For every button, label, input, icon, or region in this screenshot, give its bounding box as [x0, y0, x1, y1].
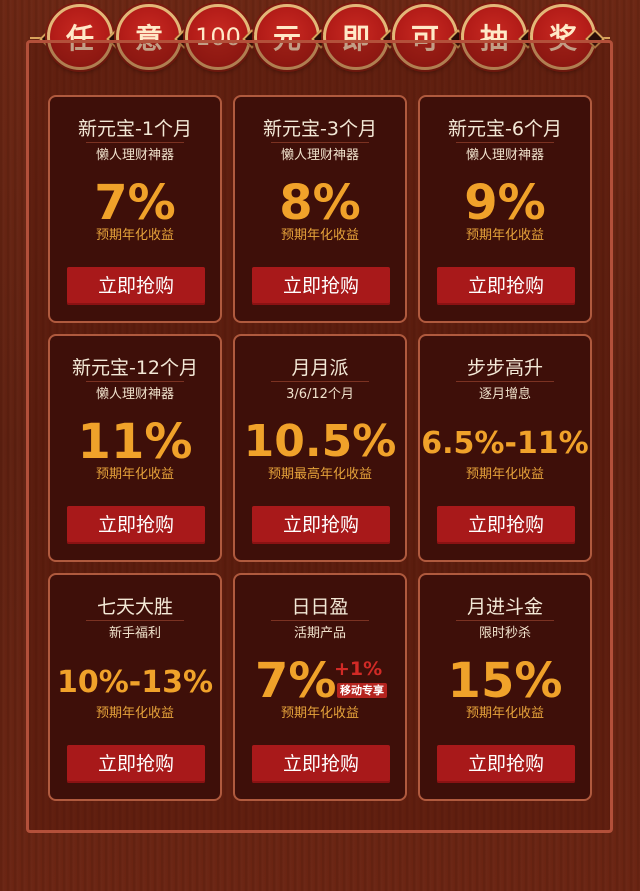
product-card: 新元宝-6个月 懒人理财神器 9% 预期年化收益 立即抢购	[418, 95, 592, 323]
product-title: 新元宝-6个月	[448, 118, 562, 140]
rate-label: 预期年化收益	[465, 467, 544, 482]
rate-label: 预期年化收益	[280, 706, 359, 721]
title-divider	[86, 142, 184, 143]
product-card: 新元宝-1个月 懒人理财神器 7% 预期年化收益 立即抢购	[48, 95, 222, 323]
product-rate: 7%	[94, 175, 176, 231]
title-divider	[271, 381, 369, 382]
bonus-rate: +1%	[334, 658, 383, 680]
mobile-bonus: +1% 移动专享	[332, 659, 392, 698]
product-card: 日日盈 活期产品 7% +1% 移动专享 预期年化收益 立即抢购	[233, 573, 407, 801]
rate-label: 预期最高年化收益	[267, 467, 372, 482]
product-subtitle: 懒人理财神器	[465, 148, 544, 163]
rate-label: 预期年化收益	[95, 467, 174, 482]
product-rate: 11%	[77, 414, 193, 470]
buy-now-button[interactable]: 立即抢购	[437, 267, 575, 305]
title-divider	[86, 620, 184, 621]
product-subtitle: 逐月增息	[478, 387, 531, 402]
product-rate: 7%	[255, 653, 337, 709]
mobile-exclusive-badge: 移动专享	[337, 683, 387, 698]
title-divider	[271, 620, 369, 621]
rate-label: 预期年化收益	[95, 228, 174, 243]
buy-now-button[interactable]: 立即抢购	[252, 506, 390, 544]
product-subtitle: 懒人理财神器	[280, 148, 359, 163]
product-card: 新元宝-12个月 懒人理财神器 11% 预期年化收益 立即抢购	[48, 334, 222, 562]
title-divider	[456, 142, 554, 143]
product-title: 月月派	[291, 357, 349, 379]
title-divider	[86, 381, 184, 382]
product-card: 步步高升 逐月增息 6.5%-11% 预期年化收益 立即抢购	[418, 334, 592, 562]
product-card: 新元宝-3个月 懒人理财神器 8% 预期年化收益 立即抢购	[233, 95, 407, 323]
product-subtitle: 3/6/12个月	[286, 387, 354, 402]
product-title: 新元宝-3个月	[263, 118, 377, 140]
product-title: 步步高升	[466, 357, 543, 379]
product-rate: 9%	[464, 175, 546, 231]
product-subtitle: 限时秒杀	[478, 626, 531, 641]
product-subtitle: 懒人理财神器	[95, 148, 174, 163]
buy-now-button[interactable]: 立即抢购	[437, 745, 575, 783]
product-title: 月进斗金	[466, 596, 543, 618]
buy-now-button[interactable]: 立即抢购	[252, 267, 390, 305]
product-rate: 6.5%-11%	[421, 426, 589, 461]
product-rate: 10.5%	[243, 416, 397, 467]
product-rate: 15%	[447, 653, 563, 709]
buy-now-button[interactable]: 立即抢购	[67, 745, 205, 783]
rate-label: 预期年化收益	[465, 228, 544, 243]
product-card: 月月派 3/6/12个月 10.5% 预期最高年化收益 立即抢购	[233, 334, 407, 562]
product-rate: 10%-13%	[56, 665, 214, 700]
title-divider	[456, 381, 554, 382]
buy-now-button[interactable]: 立即抢购	[67, 506, 205, 544]
rate-label: 预期年化收益	[465, 706, 544, 721]
title-divider	[456, 620, 554, 621]
product-card: 七天大胜 新手福利 10%-13% 预期年化收益 立即抢购	[48, 573, 222, 801]
product-card: 月进斗金 限时秒杀 15% 预期年化收益 立即抢购	[418, 573, 592, 801]
product-rate: 8%	[279, 175, 361, 231]
product-subtitle: 新手福利	[108, 626, 161, 641]
product-subtitle: 活期产品	[293, 626, 346, 641]
product-title: 新元宝-1个月	[78, 118, 192, 140]
product-title: 新元宝-12个月	[71, 357, 199, 379]
product-title: 日日盈	[291, 596, 349, 618]
rate-label: 预期年化收益	[95, 706, 174, 721]
rate-label: 预期年化收益	[280, 228, 359, 243]
buy-now-button[interactable]: 立即抢购	[67, 267, 205, 305]
title-divider	[271, 142, 369, 143]
product-title: 七天大胜	[96, 596, 173, 618]
product-subtitle: 懒人理财神器	[95, 387, 174, 402]
buy-now-button[interactable]: 立即抢购	[437, 506, 575, 544]
buy-now-button[interactable]: 立即抢购	[252, 745, 390, 783]
